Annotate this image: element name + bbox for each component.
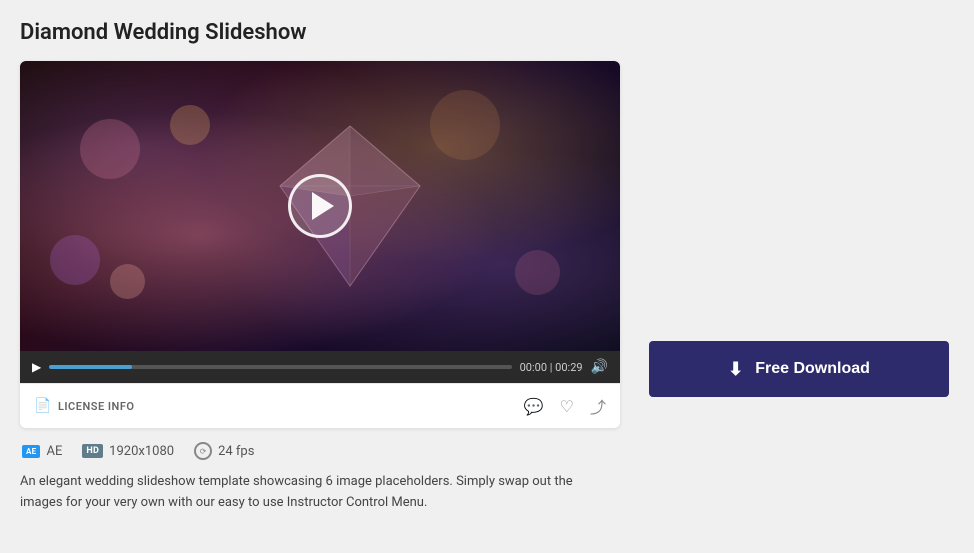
- description: An elegant wedding slideshow template sh…: [20, 472, 580, 514]
- license-label: LICENSE INFO: [58, 400, 135, 413]
- share-icon[interactable]: ⤴: [590, 394, 606, 418]
- video-card: ▶ 00:00 | 00:29 🔊 📄 LICENSE INFO 💬: [20, 61, 620, 428]
- play-button[interactable]: [288, 174, 352, 238]
- resolution-meta: HD 1920x1080: [82, 444, 174, 459]
- time-display: 00:00 | 00:29: [520, 361, 583, 374]
- play-pause-button[interactable]: ▶: [32, 360, 41, 374]
- video-footer: 📄 LICENSE INFO 💬 ♡ ⤴: [20, 383, 620, 428]
- video-preview[interactable]: [20, 61, 620, 351]
- download-icon: ⬇: [728, 359, 743, 380]
- page-title: Diamond Wedding Slideshow: [20, 20, 954, 45]
- free-download-button[interactable]: ⬇ Free Download: [649, 341, 949, 397]
- video-controls-bar: ▶ 00:00 | 00:29 🔊: [20, 351, 620, 383]
- progress-bar[interactable]: [49, 365, 511, 369]
- resolution-label: 1920x1080: [109, 444, 174, 459]
- volume-icon[interactable]: 🔊: [591, 359, 608, 375]
- license-info-button[interactable]: 📄 LICENSE INFO: [34, 398, 134, 414]
- left-column: ▶ 00:00 | 00:29 🔊 📄 LICENSE INFO 💬: [20, 61, 620, 514]
- right-column: ⬇ Free Download: [644, 61, 954, 397]
- fps-meta: ⟳ 24 fps: [194, 442, 254, 460]
- page-container: Diamond Wedding Slideshow: [0, 0, 974, 534]
- heart-icon[interactable]: ♡: [560, 397, 574, 416]
- software-label: AE: [46, 444, 62, 459]
- hd-badge: HD: [82, 444, 103, 458]
- fps-label: 24 fps: [218, 444, 254, 459]
- play-triangle-icon: [312, 192, 334, 220]
- comment-icon[interactable]: 💬: [524, 397, 544, 416]
- progress-bar-fill: [49, 365, 132, 369]
- meta-row: AE AE HD 1920x1080 ⟳ 24 fps: [20, 442, 620, 460]
- software-meta: AE AE: [22, 444, 62, 459]
- fps-icon: ⟳: [194, 442, 212, 460]
- main-content: ▶ 00:00 | 00:29 🔊 📄 LICENSE INFO 💬: [20, 61, 954, 514]
- download-label: Free Download: [755, 360, 870, 378]
- footer-actions: 💬 ♡ ⤴: [524, 394, 606, 418]
- license-doc-icon: 📄: [34, 398, 52, 414]
- ae-badge: AE: [22, 445, 40, 458]
